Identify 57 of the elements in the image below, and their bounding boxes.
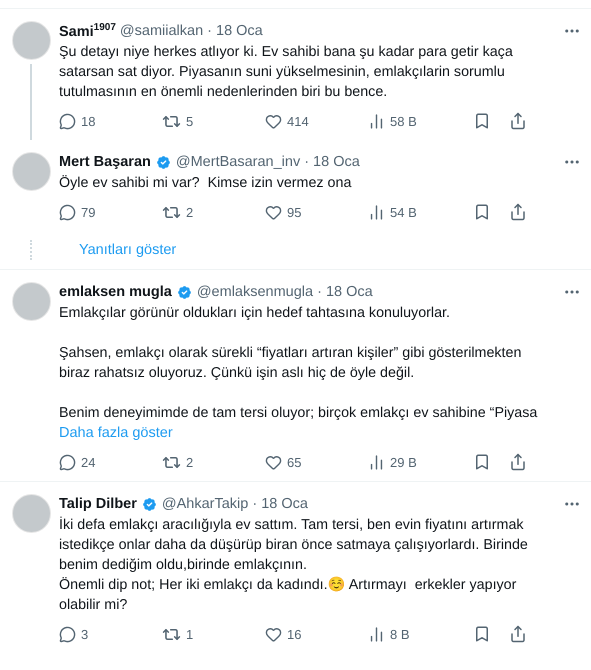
reply-button[interactable]: 3 [59, 626, 162, 642]
user-handle[interactable]: @emlaksenmugla [196, 284, 314, 300]
views-icon [368, 204, 385, 220]
bookmark-button[interactable] [473, 203, 491, 221]
like-button[interactable]: 65 [265, 454, 368, 470]
separator-dot: · [252, 496, 258, 512]
user-handle[interactable]: @AhkarTakip [162, 496, 248, 512]
heart-icon [265, 204, 282, 220]
separator-dot: · [317, 284, 322, 300]
thread-dots [30, 240, 34, 260]
reply-icon [59, 626, 76, 642]
views-icon [368, 626, 385, 642]
reply-icon [59, 204, 76, 220]
like-button[interactable]: 95 [265, 204, 368, 220]
post-date[interactable]: 18 Oca [261, 496, 308, 512]
heart-icon [265, 454, 282, 470]
user-handle[interactable]: @MertBasaran_inv [176, 154, 300, 170]
post-text: İki defa emlakçı aracılığıyla ev sattım. Tam tersi, ben evin fiyatını artırmak istedikçe onlar daha da düşürüp biran önce satmaya çalışıyorlardı. Birinde benim dediğim oldu,birinde emlakçının. Önemli dip not; Her iki emlakçı da kadındı.☺ Artırmayı erkekler yapıyor olabilir mi? [59, 516, 529, 615]
reply-button[interactable]: 24 [59, 454, 162, 470]
views-icon [368, 454, 385, 470]
views-icon [368, 112, 385, 130]
bookmark-button[interactable] [473, 625, 491, 643]
repost-button[interactable]: 2 [162, 202, 265, 222]
reply-button[interactable]: 18 [59, 112, 162, 130]
post-date[interactable]: 18 Oca [216, 23, 263, 39]
views-button[interactable]: 54 B [368, 204, 468, 220]
views-button[interactable]: 8 B [368, 626, 468, 642]
views-button[interactable]: 58 B [368, 112, 468, 130]
post-text: Emlakçılar görünür oldukları için hedef tahtasına konuluyorlar. Şahsen, emlakçı olarak sürekli “fiyatları artıran kişiler” gibi gösterilmekten biraz rahatsız oluyoruz. Çünkü işin aslı hiç de öyle değil. Benim deneyimimde de tam tersi oluyor; birçok emlakçı ev sahibine “Piyasa [59, 304, 538, 423]
post-date[interactable]: 18 Oca [313, 154, 360, 170]
share-button[interactable] [509, 203, 527, 221]
post-text: Şu detayı niye herkes atlıyor ki. Ev sahibi bana şu kadar para getir kaça satarsan sat diyor. Piyasanın suni yükselmesinin, emlakçılarin sorumlu tutulmasının en önemli nedenlerinden biri bu bence. [59, 43, 514, 102]
reply-button[interactable]: 79 [59, 204, 162, 220]
user-name[interactable]: Talip Dilber [59, 496, 137, 512]
heart-icon [265, 112, 282, 130]
heart-icon [265, 626, 282, 642]
repost-button[interactable]: 1 [162, 624, 265, 644]
share-button[interactable] [509, 625, 527, 643]
like-button[interactable]: 414 [265, 112, 368, 130]
post-text: Öyle ev sahibi mi var? Kimse izin vermez ona [59, 174, 352, 193]
repost-button[interactable]: 5 [162, 112, 265, 130]
reply-icon [59, 112, 76, 130]
share-button[interactable] [509, 112, 527, 130]
bookmark-button[interactable] [473, 112, 491, 130]
user-name[interactable]: Mert Başaran [59, 154, 151, 170]
user-name[interactable]: Sami$^{1907}$ [59, 22, 116, 40]
like-button[interactable]: 16 [265, 626, 368, 642]
separator-dot: · [207, 23, 212, 39]
views-button[interactable]: 29 B [368, 454, 468, 470]
user-name[interactable]: emlaksen mugla [59, 284, 172, 300]
post-date[interactable]: 18 Oca [326, 284, 373, 300]
user-handle[interactable]: @samiialkan [120, 23, 204, 39]
reply-icon [59, 454, 76, 470]
share-button[interactable] [509, 453, 527, 471]
bookmark-button[interactable] [473, 453, 491, 471]
separator-dot: · [304, 154, 310, 170]
repost-button[interactable]: 2 [162, 452, 265, 472]
